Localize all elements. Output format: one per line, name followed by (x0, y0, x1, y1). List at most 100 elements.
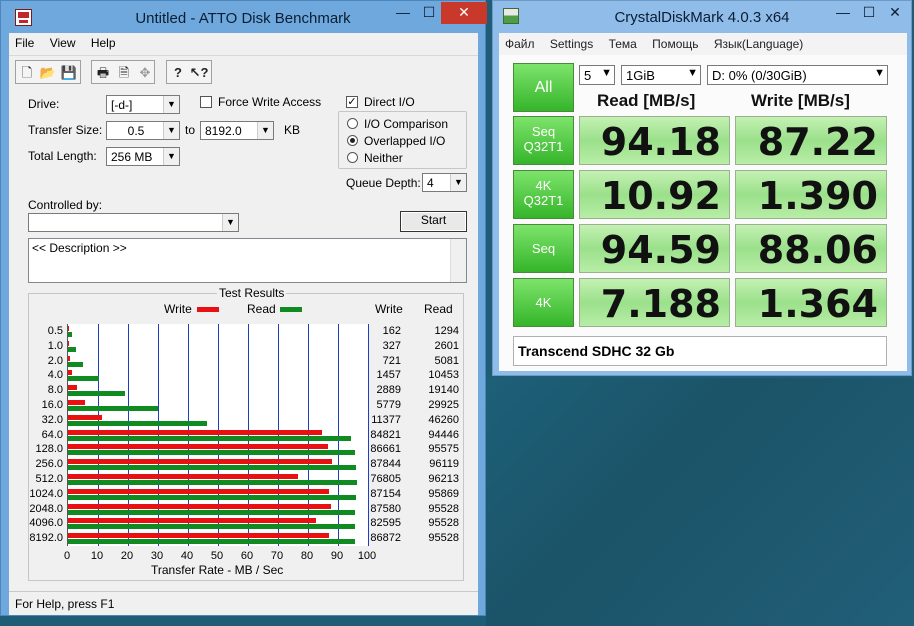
print-icon[interactable]: 🖶 (93, 63, 113, 82)
queue-depth-value: 4 (427, 176, 434, 190)
write-bar (68, 503, 331, 509)
toolbar-group-file: 🗋 📂 💾 (15, 60, 81, 84)
4k-q32t1-line1: 4K (535, 178, 552, 193)
read-value-cell: 95528 (428, 517, 459, 530)
move-icon[interactable]: ✥ (135, 63, 155, 82)
cdm-menu-file[interactable]: Файл (499, 33, 541, 51)
4k-q32t1-read-value: 10.92 (579, 170, 730, 219)
seq-read-value: 94.59 (579, 224, 730, 273)
4k-button[interactable]: 4K (513, 278, 574, 327)
controlled-by-select[interactable]: ▼ (28, 213, 239, 232)
results-title: Test Results (217, 286, 287, 300)
cdm-titlebar[interactable]: CrystalDiskMark 4.0.3 x64 — ☐ ✕ (493, 1, 911, 33)
x-tick-label: 100 (357, 550, 377, 562)
x-tick-label: 10 (90, 550, 104, 562)
x-tick-label: 30 (150, 550, 164, 562)
seq-button[interactable]: Seq (513, 224, 574, 273)
menu-view[interactable]: View (44, 33, 82, 53)
context-help-icon[interactable]: ↖? (189, 63, 209, 82)
x-tick-label: 20 (120, 550, 134, 562)
write-bar (68, 340, 69, 346)
chevron-down-icon: ▼ (163, 148, 179, 165)
y-tick-label: 32.0 (41, 413, 63, 426)
cdm-menu-settings[interactable]: Settings (544, 33, 599, 51)
desktop-background (486, 378, 914, 626)
queue-depth-select[interactable]: 4 ▼ (422, 173, 467, 192)
open-icon[interactable]: 📂 (38, 63, 58, 82)
help-icon[interactable]: ? (168, 63, 188, 82)
comment-field[interactable]: Transcend SDHC 32 Gb (513, 336, 887, 366)
legend-write-label: Write (164, 302, 192, 316)
queue-depth-label: Queue Depth: (346, 176, 421, 190)
chevron-down-icon: ▼ (163, 96, 179, 113)
y-tick-label: 64.0 (41, 428, 63, 441)
write-value-cell: 11377 (371, 413, 401, 426)
cdm-menu-language[interactable]: Язык(Language) (708, 33, 809, 51)
seq-q32t1-button[interactable]: Seq Q32T1 (513, 116, 574, 165)
read-value-cell: 94446 (428, 428, 459, 441)
x-tick-label: 50 (210, 550, 224, 562)
direct-io-checkbox[interactable]: ✓ (346, 96, 358, 108)
neither-radio[interactable] (347, 152, 358, 163)
read-value-cell: 95575 (428, 443, 459, 456)
menu-help[interactable]: Help (85, 33, 122, 53)
overlapped-io-radio[interactable] (347, 135, 358, 146)
all-button[interactable]: All (513, 63, 574, 112)
print-preview-icon[interactable]: 🗎 (114, 63, 134, 82)
start-button[interactable]: Start (400, 211, 467, 232)
save-icon[interactable]: 💾 (59, 63, 79, 82)
menu-file[interactable]: File (9, 33, 40, 53)
write-value-cell: 76805 (370, 473, 401, 485)
chevron-down-icon: ▼ (874, 67, 885, 79)
cdm-close-button[interactable]: ✕ (881, 2, 909, 24)
cdm-drive-value: D: 0% (0/30GiB) (712, 68, 807, 83)
write-bar (68, 474, 299, 479)
test-count-select[interactable]: 5 ▼ (579, 65, 615, 85)
maximize-button[interactable]: ☐ (415, 2, 443, 24)
transfer-size-from-select[interactable]: 0.5 ▼ (106, 121, 180, 140)
write-value-cell: 2889 (376, 384, 401, 397)
test-size-select[interactable]: 1GiB ▼ (621, 65, 701, 85)
new-icon[interactable]: 🗋 (17, 63, 37, 82)
read-value-cell: 96213 (428, 473, 459, 485)
minimize-button[interactable]: — (389, 2, 417, 24)
read-value-cell: 29925 (428, 399, 459, 411)
4k-q32t1-line2: Q32T1 (523, 193, 564, 208)
read-value-cell: 96119 (429, 458, 459, 471)
x-tick-label: 70 (270, 550, 284, 562)
cdm-menu-theme[interactable]: Тема (603, 33, 643, 51)
drive-select[interactable]: [-d-] ▼ (106, 95, 180, 114)
description-scrollbar[interactable] (450, 239, 466, 282)
write-bar (68, 518, 316, 524)
cdm-minimize-button[interactable]: — (829, 2, 857, 24)
read-value-cell: 95528 (428, 502, 459, 515)
read-bar (68, 420, 207, 426)
description-field[interactable]: << Description >> (28, 238, 467, 283)
chevron-down-icon: ▼ (163, 122, 179, 139)
write-bar (68, 533, 329, 539)
write-column-header: Write (375, 302, 403, 316)
seq-q32t1-write-value: 87.22 (735, 116, 887, 165)
force-write-access-checkbox[interactable] (200, 96, 212, 108)
total-length-select[interactable]: 256 MB ▼ (106, 147, 180, 166)
transfer-size-to-select[interactable]: 8192.0 ▼ (200, 121, 274, 140)
read-value-cell: 46260 (428, 413, 459, 426)
transfer-size-to-value: 8192.0 (205, 124, 242, 138)
cdm-menu-help[interactable]: Помощь (646, 33, 704, 51)
close-button[interactable]: ✕ (441, 2, 487, 24)
atto-titlebar[interactable]: Untitled - ATTO Disk Benchmark — ☐ ✕ (1, 1, 487, 33)
toolbar-group-help: ? ↖? (166, 60, 212, 84)
read-bar (68, 332, 72, 337)
read-bar (68, 406, 158, 411)
atto-window: Untitled - ATTO Disk Benchmark — ☐ ✕ Fil… (0, 0, 487, 616)
read-bar (68, 465, 357, 471)
cdm-maximize-button[interactable]: ☐ (855, 2, 883, 24)
atto-toolbar: 🗋 📂 💾 🖶 🗎 ✥ ? ↖? (9, 55, 478, 87)
read-bar (68, 361, 84, 367)
write-bar (68, 488, 330, 494)
write-value-cell: 86661 (370, 443, 401, 456)
drive-select-cdm[interactable]: D: 0% (0/30GiB) ▼ (707, 65, 888, 85)
4k-q32t1-button[interactable]: 4K Q32T1 (513, 170, 574, 219)
write-bar (68, 414, 103, 420)
io-comparison-radio[interactable] (347, 118, 358, 129)
